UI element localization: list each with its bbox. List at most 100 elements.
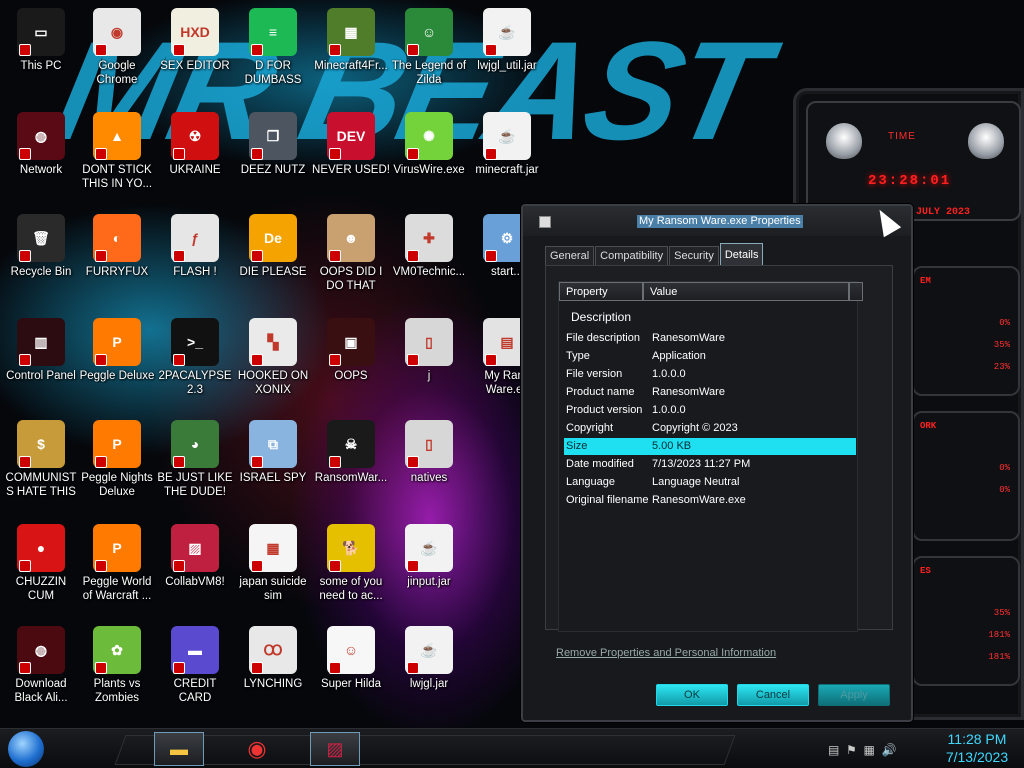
desktop-icon[interactable]: ▭ This PC	[2, 8, 80, 73]
desktop-icon[interactable]: ✺ VirusWire.exe	[390, 112, 468, 177]
desktop-icon[interactable]: Ꝏ LYNCHING	[234, 626, 312, 691]
de-icon: De	[249, 214, 297, 262]
chrome-icon[interactable]: ◉	[232, 732, 282, 766]
tab-general[interactable]: General	[545, 246, 595, 265]
desktop-icon-label: j	[427, 370, 431, 382]
desktop-icon[interactable]: ◍ Network	[2, 112, 80, 177]
minecraft-icon: ▦	[327, 8, 375, 56]
property-value: 1.0.0.0	[652, 368, 686, 380]
volume-icon[interactable]: 🔊	[881, 743, 896, 757]
java-icon: ☕	[483, 112, 531, 160]
globe-icon: ◕	[171, 420, 219, 468]
widget-meter-tag: EM	[920, 276, 931, 286]
desktop-icon[interactable]: ⧉ ISRAEL SPY	[234, 420, 312, 485]
flash-icon: ƒ	[171, 214, 219, 262]
desktop-icon[interactable]: ☢ UKRAINE	[156, 112, 234, 177]
ok-button[interactable]: OK	[656, 684, 728, 706]
table-row[interactable]: Size 5.00 KB	[564, 438, 856, 455]
desktop-icon[interactable]: ▯ j	[390, 318, 468, 383]
desktop-icon[interactable]: ▨ CollabVM8!	[156, 524, 234, 589]
desktop-icon-label: Network	[19, 164, 63, 176]
dialog-titlebar[interactable]: My Ransom Ware.exe Properties	[523, 206, 911, 236]
taskbar-clock[interactable]: 11:28 PM 7/13/2023	[932, 730, 1022, 766]
desktop-icon[interactable]: ▣ OOPS	[312, 318, 390, 383]
desktop-icon[interactable]: ≡ D FOR DUMBASS	[234, 8, 312, 87]
desktop-icon[interactable]: ✿ Plants vs Zombies	[78, 626, 156, 705]
start-button[interactable]	[8, 731, 44, 767]
desktop-icon[interactable]: ✚ VM0Technic...	[390, 214, 468, 279]
table-row[interactable]: File description RanesomWare	[564, 330, 856, 347]
group-description: Description	[571, 310, 632, 324]
table-row[interactable]: Type Application	[564, 348, 856, 365]
desktop-icon[interactable]: ☠ RansomWar...	[312, 420, 390, 485]
desktop-icon[interactable]: P Peggle Nights Deluxe	[78, 420, 156, 499]
column-value[interactable]: Value	[643, 282, 849, 301]
desktop-icon[interactable]: ▬ CREDIT CARD CHECKER	[156, 626, 234, 705]
desktop-icon[interactable]: ❐ DEEZ NUTZ	[234, 112, 312, 177]
table-row[interactable]: File version 1.0.0.0	[564, 366, 856, 383]
desktop-icon[interactable]: ▚ HOOKED ON XONIX	[234, 318, 312, 397]
flower-icon: ✿	[93, 626, 141, 674]
table-row[interactable]: Product version 1.0.0.0	[564, 402, 856, 419]
tab-security[interactable]: Security	[669, 246, 719, 265]
skull-icon: ☠	[327, 420, 375, 468]
remove-properties-link[interactable]: Remove Properties and Personal Informati…	[556, 647, 776, 659]
desktop-icon[interactable]: ☺ The Legend of Zilda	[390, 8, 468, 87]
alien-icon	[968, 123, 1004, 159]
desktop-icon[interactable]: ▲ DONT STICK THIS IN YO...	[78, 112, 156, 191]
table-row[interactable]: Original filename RanesomWare.exe	[564, 492, 856, 509]
desktop-icon[interactable]: ▦ Minecraft4Fr...	[312, 8, 390, 73]
desktop-icon[interactable]: DEV NEVER USED!	[312, 112, 390, 177]
desktop-icon[interactable]: ☕ lwjgl.jar	[390, 626, 468, 691]
properties-dialog: My Ransom Ware.exe Properties General Com…	[521, 204, 913, 722]
desktop-icon[interactable]: HXD SEX EDITOR	[156, 8, 234, 73]
desktop-icon-label: DEEZ NUTZ	[240, 164, 306, 176]
file-explorer-icon[interactable]: ▬	[154, 732, 204, 766]
desktop-icon[interactable]: ▦ japan suicide sim	[234, 524, 312, 603]
desktop-icon[interactable]: ƒ FLASH !	[156, 214, 234, 279]
desktop-icon[interactable]: ▥ Control Panel	[2, 318, 80, 383]
desktop-icon-label: COMMUNISTS HATE THIS G...	[5, 472, 77, 498]
desktop-icon[interactable]: 🐕 some of you need to ac...	[312, 524, 390, 603]
tab-compatibility[interactable]: Compatibility	[595, 246, 669, 265]
flag-tray-icon[interactable]: ⚑	[846, 743, 857, 757]
desktop-icon[interactable]: $ COMMUNISTS HATE THIS G...	[2, 420, 80, 499]
desktop-icon[interactable]: ◐ FURRYFUX	[78, 214, 156, 279]
desktop-icon[interactable]: 🗑 Recycle Bin	[2, 214, 80, 279]
desktop-icon-label: CHUZZIN CUM	[15, 576, 67, 602]
cancel-button[interactable]: Cancel	[737, 684, 809, 706]
collabvm-icon[interactable]: ▨	[310, 732, 360, 766]
desktop-icon-label: Peggle World of Warcraft ...	[82, 576, 152, 602]
desktop-icon[interactable]: ◉ Google Chrome	[78, 8, 156, 87]
desktop-icon[interactable]: ☕ lwjgl_util.jar	[468, 8, 546, 73]
desktop-icon[interactable]: >_ 2PACALYPSE 2.3	[156, 318, 234, 397]
network-tray-icon[interactable]: ▤	[828, 743, 839, 757]
property-value: RanesomWare	[652, 332, 725, 344]
desktop-icon-label: Minecraft4Fr...	[314, 60, 388, 72]
desktop-icon[interactable]: ● CHUZZIN CUM	[2, 524, 80, 603]
table-row[interactable]: Product name RanesomWare	[564, 384, 856, 401]
java-icon: ☕	[405, 524, 453, 572]
tab-details[interactable]: Details	[719, 243, 764, 265]
apply-button[interactable]: Apply	[818, 684, 890, 706]
book-icon: ▣	[327, 318, 375, 366]
desktop-icon[interactable]: ☻ OOPS DID I DO THAT	[312, 214, 390, 293]
desktop-icon[interactable]: ◕ BE JUST LIKE THE DUDE!	[156, 420, 234, 499]
rope-icon: Ꝏ	[249, 626, 297, 674]
desktop-icon[interactable]: ☺ Super Hilda	[312, 626, 390, 691]
table-row[interactable]: Language Language Neutral	[564, 474, 856, 491]
desktop-icon-label: D FOR DUMBASS	[244, 60, 302, 86]
desktop-icon[interactable]: P Peggle Deluxe	[78, 318, 156, 383]
desktop-icon[interactable]: P Peggle World of Warcraft ...	[78, 524, 156, 603]
desktop-icon[interactable]: ▯ natives	[390, 420, 468, 485]
desktop-icon[interactable]: ◍ Download Black Ali...	[2, 626, 80, 705]
table-row[interactable]: Copyright Copyright © 2023	[564, 420, 856, 437]
details-list[interactable]: Property Value Description File descript…	[558, 281, 863, 632]
hxd-icon: HXD	[171, 8, 219, 56]
desktop-icon[interactable]: De DIE PLEASE	[234, 214, 312, 279]
table-row[interactable]: Date modified 7/13/2023 11:27 PM	[564, 456, 856, 473]
column-property[interactable]: Property	[559, 282, 643, 301]
network-status-icon[interactable]: ▦	[863, 743, 874, 757]
desktop-icon[interactable]: ☕ minecraft.jar	[468, 112, 546, 177]
desktop-icon[interactable]: ☕ jinput.jar	[390, 524, 468, 589]
